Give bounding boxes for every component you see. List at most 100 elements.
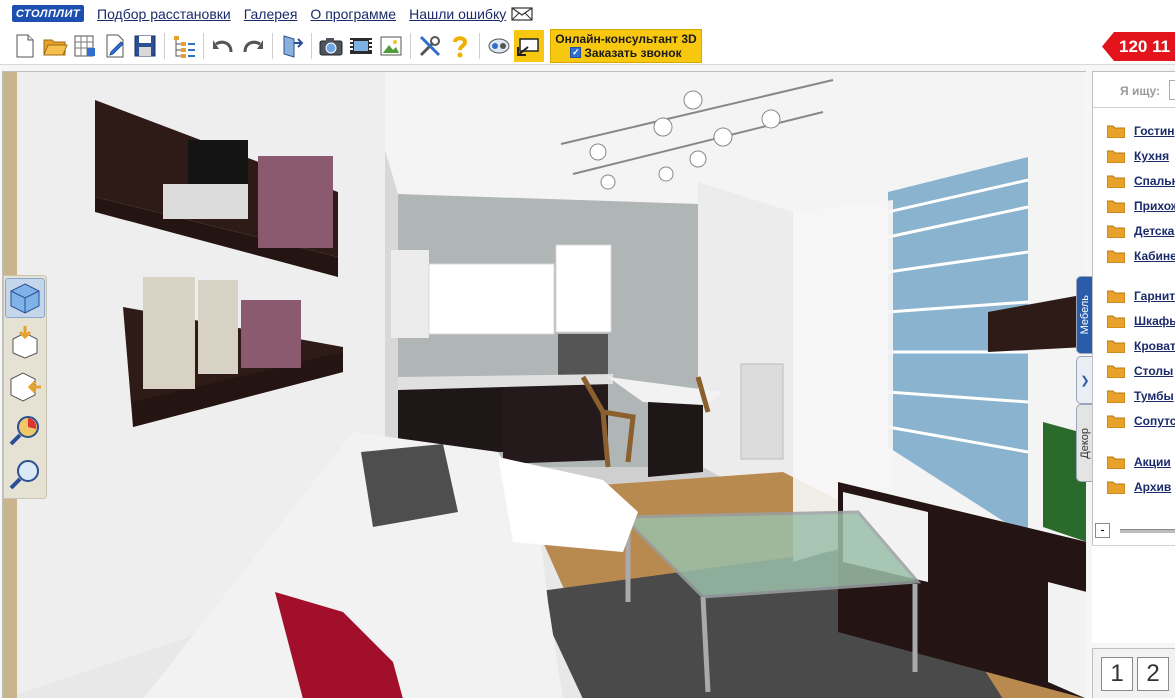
folder-icon [1107, 390, 1125, 403]
catalog-item-office[interactable]: Кабине [1107, 247, 1175, 265]
edit-document-button[interactable] [100, 30, 130, 62]
top-menu-bar: СТОЛПЛИТ Подбор расстановки Галерея О пр… [0, 0, 1175, 27]
3d-viewport[interactable] [2, 71, 1086, 698]
order-call-label[interactable]: ✓ Заказать звонок [570, 45, 682, 60]
tab-furniture-label: Мебель [1079, 295, 1091, 335]
catalog-item-label: Прихож [1134, 199, 1175, 213]
order-call-text: Заказать звонок [584, 45, 682, 60]
catalog-item-label: Кроват [1134, 339, 1175, 353]
mail-icon[interactable] [511, 6, 533, 21]
export-button[interactable] [277, 30, 307, 62]
save-project-button[interactable] [130, 30, 160, 62]
screenshot-button[interactable] [316, 30, 346, 62]
catalog-item-hallway[interactable]: Прихож [1107, 197, 1175, 215]
catalog-item-promotions[interactable]: Акции [1107, 453, 1171, 471]
room-3d-render[interactable] [3, 72, 1086, 698]
catalog-item-label: Спальн [1134, 174, 1175, 188]
page-button-1[interactable]: 1 [1101, 657, 1133, 691]
object-list-button[interactable] [169, 30, 199, 62]
3d-view-button[interactable] [5, 278, 45, 318]
catalog-item-cabinets[interactable]: Тумбы [1107, 387, 1174, 405]
catalog-item-accessories[interactable]: Сопутс [1107, 412, 1175, 430]
menu-link-arrangement[interactable]: Подбор расстановки [97, 6, 231, 22]
menu-link-report-error[interactable]: Нашли ошибку [409, 6, 506, 22]
settings-button[interactable] [415, 30, 445, 62]
zoom-out-button[interactable]: - [1095, 523, 1110, 538]
wall-cabinets-white [428, 263, 555, 335]
catalog-item-label: Кухня [1134, 149, 1170, 163]
catalog-item-living-room[interactable]: Гостин [1107, 122, 1175, 140]
save-disk-icon [134, 35, 156, 56]
preview-area [1092, 545, 1175, 643]
connect-icon [488, 38, 510, 53]
folder-icon [1107, 290, 1125, 303]
main-toolbar: Онлайн-консультант 3D ✓ Заказать звонок [0, 27, 1175, 65]
folder-icon [1107, 481, 1125, 494]
screen-share-icon [517, 37, 539, 56]
toolbar-separator [203, 32, 204, 59]
zoom-button[interactable] [5, 454, 45, 494]
folder-icon [1107, 175, 1125, 188]
video-button[interactable] [346, 30, 376, 62]
3d-view-icon [10, 283, 40, 314]
checkbox-icon[interactable]: ✓ [570, 47, 582, 58]
search-label: Я ищу: [1120, 84, 1160, 98]
zoom-color-button[interactable] [5, 410, 45, 450]
catalog-item-label: Детска [1134, 224, 1175, 238]
undo-button[interactable] [208, 30, 238, 62]
phone-number-badge[interactable]: 120 11 [1102, 32, 1175, 61]
redo-button[interactable] [238, 30, 268, 62]
wall-cabinet [391, 250, 429, 338]
help-button[interactable] [445, 30, 475, 62]
folder-icon [1107, 365, 1125, 378]
catalog-item-label: Тумбы [1134, 389, 1174, 403]
menu-link-about[interactable]: О программе [310, 6, 396, 22]
catalog-item-label: Гостин [1134, 124, 1175, 138]
preview-zoom-row: - [1092, 520, 1175, 542]
app-window: СТОЛПЛИТ Подбор расстановки Галерея О пр… [0, 0, 1175, 698]
zoom-slider[interactable] [1120, 529, 1175, 533]
toolbar-separator [272, 32, 273, 59]
search-input[interactable] [1169, 80, 1175, 100]
folder-icon [1107, 150, 1125, 163]
open-project-button[interactable] [40, 30, 70, 62]
connect-button[interactable] [484, 30, 514, 62]
new-file-icon [16, 34, 34, 57]
catalog-item-tables[interactable]: Столы [1107, 362, 1173, 380]
camera-top-button[interactable] [5, 322, 45, 362]
page-button-2[interactable]: 2 [1137, 657, 1169, 691]
toolbar-separator [311, 32, 312, 59]
catalog-item-kitchen[interactable]: Кухня [1107, 147, 1169, 165]
menu-link-gallery[interactable]: Галерея [244, 6, 298, 22]
image-icon [380, 36, 402, 55]
consultant-title: Онлайн-консультант 3D [555, 31, 697, 46]
folder-icon [1107, 125, 1125, 138]
folder-icon [1107, 415, 1125, 428]
image-button[interactable] [376, 30, 406, 62]
open-folder-icon [43, 39, 68, 55]
chevron-right-icon: ❯ [1080, 374, 1090, 387]
toolbar-separator [479, 32, 480, 59]
tab-decor-label: Декор [1079, 427, 1091, 459]
help-icon [453, 35, 468, 57]
catalog-item-archive[interactable]: Архив [1107, 478, 1171, 496]
edit-document-icon [106, 34, 124, 57]
catalog-item-label: Архив [1134, 480, 1172, 494]
new-project-button[interactable] [10, 30, 40, 62]
floor-plan-button[interactable] [70, 30, 100, 62]
catalog-item-sets[interactable]: Гарнит [1107, 287, 1175, 305]
catalog-item-kids-room[interactable]: Детска [1107, 222, 1174, 240]
folder-icon [1107, 225, 1125, 238]
camera-icon [319, 37, 343, 55]
catalog-item-bedroom[interactable]: Спальн [1107, 172, 1175, 190]
toolbar-separator [410, 32, 411, 59]
camera-side-button[interactable] [5, 366, 45, 406]
screen-share-button[interactable] [514, 29, 544, 62]
radiator [740, 363, 784, 460]
tools-icon [419, 35, 441, 56]
catalog-item-wardrobes[interactable]: Шкафы [1107, 312, 1175, 330]
redo-icon [243, 39, 263, 52]
brand-logo[interactable]: СТОЛПЛИТ [12, 5, 84, 22]
online-consultant-button[interactable]: Онлайн-консультант 3D ✓ Заказать звонок [550, 28, 702, 63]
catalog-item-beds[interactable]: Кроват [1107, 337, 1175, 355]
